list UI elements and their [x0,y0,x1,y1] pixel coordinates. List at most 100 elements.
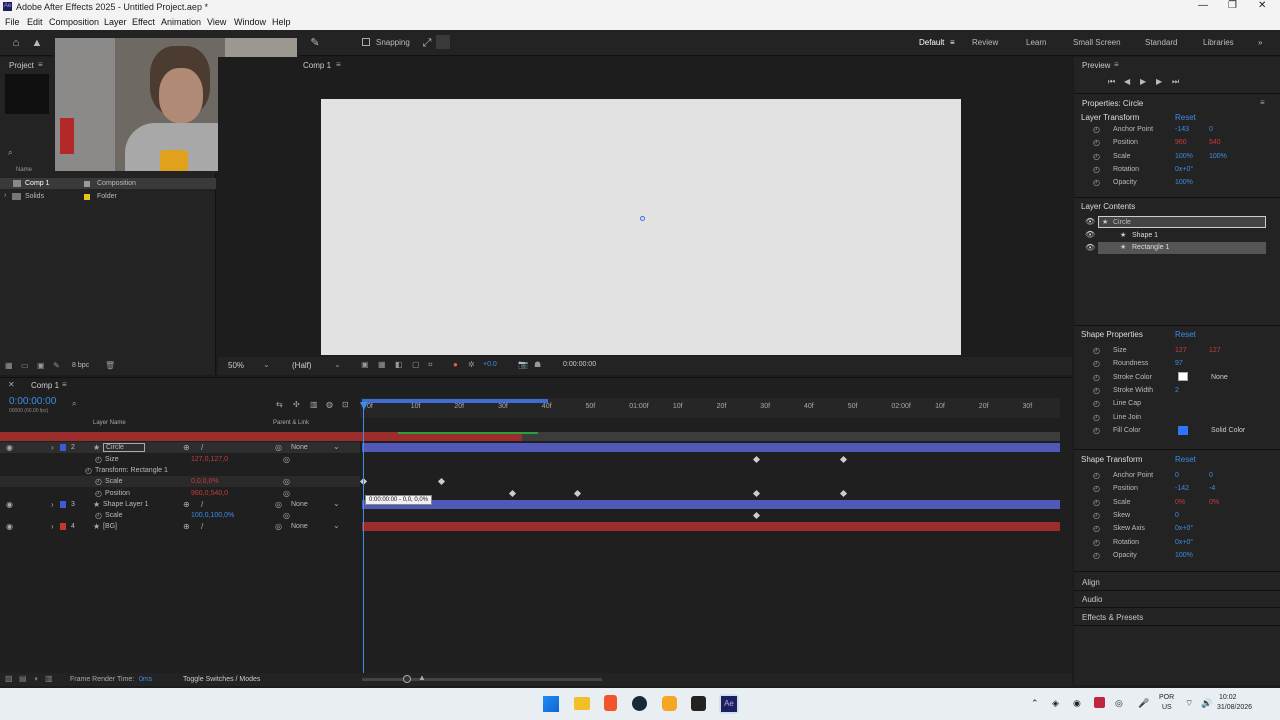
prop-value[interactable]: 0x+0° [1175,525,1193,532]
stopwatch-icon[interactable]: ◴ [95,489,102,498]
stopwatch-icon[interactable]: ◴ [95,455,102,464]
align-section[interactable]: Align [1082,578,1100,587]
maximize-button[interactable]: ❐ [1228,0,1237,11]
prop-value[interactable]: 0 [1175,472,1179,479]
audio-section[interactable]: Audio [1082,595,1102,604]
layer-duration-bar[interactable] [362,499,1060,509]
stopwatch-icon[interactable]: ◴ [1093,498,1100,507]
app-icon[interactable] [691,696,706,711]
property-value[interactable]: 0,0,0,0% [191,478,219,485]
snap-icon[interactable]: ⤢ [420,36,434,50]
property-value[interactable]: 100,0,100,0% [191,512,234,519]
table-row[interactable]: ◉ › 4 ★ [BG] ⊕ / ◎ None ⌄ [0,521,360,532]
stopwatch-icon[interactable]: ◴ [1093,165,1100,174]
toggle-switches-modes[interactable]: Toggle Switches / Modes [183,676,260,683]
snapping-checkbox[interactable] [362,38,370,46]
tray-app-icon[interactable]: ◉ [1073,698,1081,709]
circle-layer-anchor[interactable] [640,216,645,221]
workspace-menu-icon[interactable]: ≡ [950,38,955,47]
prop-value[interactable]: 127 [1175,347,1187,354]
current-time[interactable]: 0:00:00:00 [9,396,56,407]
layer-duration-bar[interactable] [362,522,1060,532]
volume-icon[interactable]: 🔊 [1201,698,1212,709]
workspace-libraries[interactable]: Libraries [1203,38,1234,47]
parent-pickwhip-icon[interactable]: ◎ [275,522,282,531]
switch-icon[interactable]: ⊕ [183,500,190,509]
contents-item-shape[interactable]: ★ Shape 1 [1098,230,1266,242]
switch-icon[interactable]: / [201,522,203,531]
layer-name-header[interactable]: Layer Name [93,420,126,426]
stopwatch-icon[interactable]: ◴ [1093,373,1100,382]
eye-icon[interactable]: 👁 [1085,243,1095,252]
fill-color-swatch[interactable] [1178,426,1188,435]
windows-start-icon[interactable] [543,696,559,712]
prop-value[interactable]: 0x+0° [1175,539,1193,546]
keyframe[interactable] [508,489,517,497]
panel-menu-icon[interactable]: ≡ [62,380,67,389]
zoom-select[interactable]: 50% [228,361,244,370]
guides-icon[interactable]: ⌗ [428,360,433,370]
prop-value[interactable]: -4 [1209,485,1215,492]
keyboard-layout[interactable]: US [1162,704,1172,711]
panel-menu-icon[interactable]: ≡ [336,60,341,69]
transparency-grid-icon[interactable]: ▦ [378,360,386,369]
layer-duration-bar[interactable] [362,443,1060,453]
table-row[interactable]: ◉ › 3 ★ Shape Layer 1 ⊕ / ◎ None ⌄ [0,499,360,510]
stopwatch-icon[interactable]: ◴ [1093,178,1100,187]
mask-visibility-icon[interactable]: ◧ [395,360,403,369]
switch-icon[interactable]: / [201,500,203,509]
parent-select[interactable]: None [291,523,308,530]
selection-tool-icon[interactable]: ▲ [30,36,44,50]
minimize-button[interactable]: — [1198,0,1208,11]
pin-tool-icon[interactable]: ✎ [308,36,322,50]
label-color[interactable] [60,444,66,452]
graph-editor-icon[interactable]: ⊡ [342,400,349,409]
expand-icon[interactable]: › [51,500,54,509]
shy-icon[interactable]: ▥ [310,400,318,409]
region-icon[interactable]: ▢ [412,360,420,369]
prop-value[interactable]: Solid Color [1211,427,1245,434]
parent-select[interactable]: None [291,501,308,508]
prop-value[interactable]: None [1211,374,1228,381]
prop-value[interactable]: 0% [1175,499,1185,506]
menu-file[interactable]: File [5,17,20,27]
stopwatch-icon[interactable]: ◴ [1093,125,1100,134]
settings-icon[interactable]: ✎ [53,361,60,370]
parent-link-header[interactable]: Parent & Link [273,420,309,426]
table-row[interactable]: ◉ › 2 ★ Circle ⊕ / ◎ None ⌄ [0,442,360,454]
next-frame-icon[interactable]: ▶ [1156,77,1162,86]
prop-value[interactable]: 0% [1209,499,1219,506]
draft-3d-icon[interactable]: ✣ [293,400,300,409]
tray-app-icon[interactable] [1094,697,1105,708]
stopwatch-icon[interactable]: ◴ [1093,138,1100,147]
workspace-default[interactable]: Default [919,38,944,47]
prop-value[interactable]: 100% [1175,153,1193,160]
close-button[interactable]: ✕ [1258,0,1266,11]
menu-animation[interactable]: Animation [161,17,201,27]
eye-icon[interactable]: ◉ [6,522,13,531]
zoom-in-icon[interactable]: ▲ [418,673,426,682]
switches-icon[interactable]: ◑ [33,674,38,683]
search-icon[interactable]: ⌕ [8,148,12,158]
stopwatch-icon[interactable]: ◴ [1093,152,1100,161]
resolution-select[interactable]: (Half) [292,361,312,370]
stopwatch-icon[interactable]: ◴ [95,511,102,520]
interpret-footage-icon[interactable]: ▦ [5,361,13,370]
stopwatch-icon[interactable]: ◴ [1093,551,1100,560]
prop-value[interactable]: 100% [1209,153,1227,160]
file-explorer-icon[interactable] [574,697,590,710]
expression-pickwhip-icon[interactable]: ◎ [283,455,290,464]
keyframe[interactable] [839,455,848,463]
motion-blur-icon[interactable]: ◍ [326,400,333,409]
menu-edit[interactable]: Edit [27,17,43,27]
project-row-comp[interactable]: Comp 1 Composition [0,178,216,189]
prop-value[interactable]: 0 [1209,126,1213,133]
microphone-icon[interactable]: 🎤 [1138,698,1149,709]
table-row[interactable]: ◴ Position 960,0,540,0 ◎ [0,488,360,499]
discord-icon[interactable]: ◈ [1052,698,1059,709]
expand-icon[interactable]: › [51,443,54,452]
chevron-down-icon[interactable]: ⌄ [263,360,270,369]
stopwatch-icon[interactable]: ◴ [1093,426,1100,435]
expression-pickwhip-icon[interactable]: ◎ [283,511,290,520]
stroke-color-swatch[interactable] [1178,372,1188,381]
